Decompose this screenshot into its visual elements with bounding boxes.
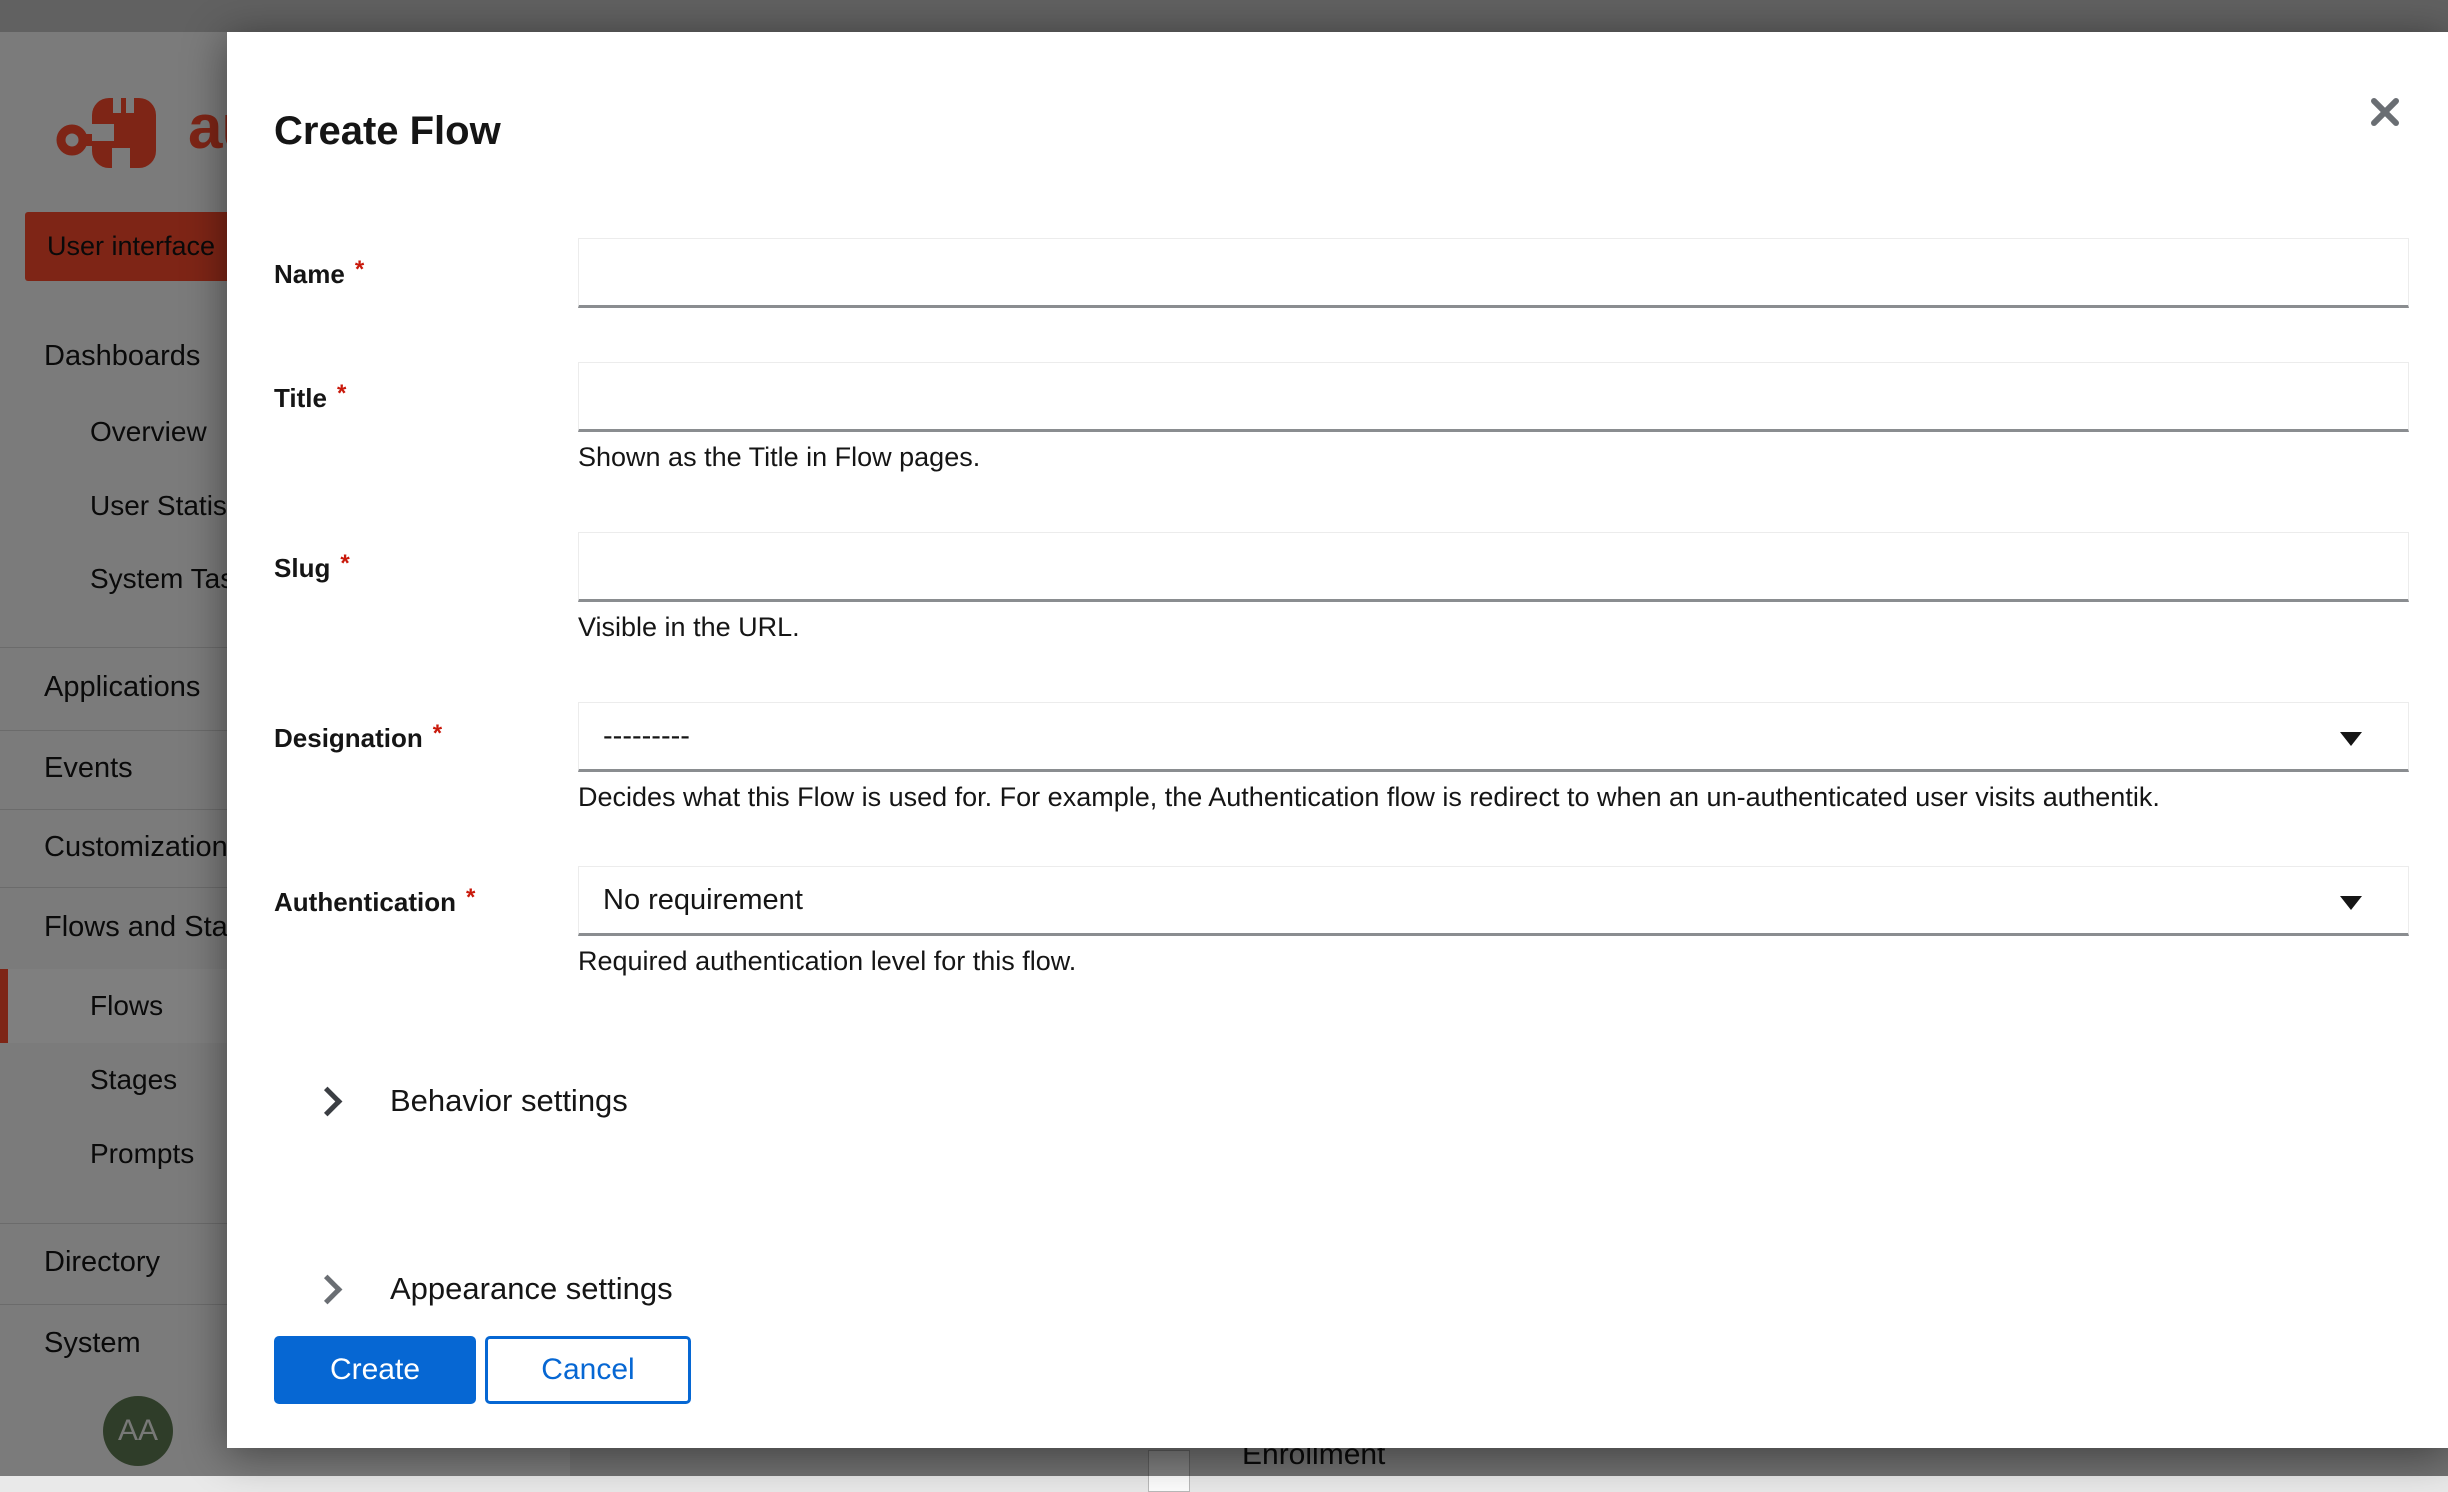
designation-select-value: --------- bbox=[603, 720, 690, 753]
slug-input[interactable] bbox=[578, 532, 2409, 602]
field-row-title: Title* Shown as the Title in Flow pages. bbox=[274, 362, 2409, 474]
create-flow-form: Name* Title* Shown as the Title in Flow … bbox=[274, 238, 2409, 1404]
title-label: Title* bbox=[274, 362, 578, 474]
modal-title: Create Flow bbox=[274, 109, 501, 154]
field-row-name: Name* bbox=[274, 238, 2409, 308]
required-marker: * bbox=[340, 550, 349, 577]
authentication-label: Authentication* bbox=[274, 866, 578, 978]
appearance-settings-label: Appearance settings bbox=[390, 1271, 673, 1307]
appearance-settings-toggle[interactable]: Appearance settings bbox=[274, 1266, 2409, 1312]
chevron-down-icon bbox=[2340, 732, 2362, 746]
designation-control: --------- Decides what this Flow is used… bbox=[578, 702, 2409, 814]
field-row-designation: Designation* --------- Decides what this… bbox=[274, 702, 2409, 814]
title-input[interactable] bbox=[578, 362, 2409, 432]
close-icon[interactable] bbox=[2366, 94, 2404, 132]
designation-select[interactable]: --------- bbox=[578, 702, 2409, 772]
behavior-settings-label: Behavior settings bbox=[390, 1083, 628, 1119]
name-label: Name* bbox=[274, 238, 578, 308]
behavior-settings-toggle[interactable]: Behavior settings bbox=[274, 1078, 2409, 1124]
modal-footer: Create Cancel bbox=[274, 1336, 2409, 1404]
create-button[interactable]: Create bbox=[274, 1336, 476, 1404]
name-control bbox=[578, 238, 2409, 308]
create-flow-modal: Create Flow Name* Title* Shown as the Ti… bbox=[227, 32, 2448, 1448]
authentication-select[interactable]: No requirement bbox=[578, 866, 2409, 936]
slug-help-text: Visible in the URL. bbox=[578, 610, 2409, 644]
cancel-button[interactable]: Cancel bbox=[485, 1336, 691, 1404]
required-marker: * bbox=[466, 884, 475, 911]
designation-label: Designation* bbox=[274, 702, 578, 814]
slug-label: Slug* bbox=[274, 532, 578, 644]
field-row-slug: Slug* Visible in the URL. bbox=[274, 532, 2409, 644]
title-control: Shown as the Title in Flow pages. bbox=[578, 362, 2409, 474]
authentication-select-value: No requirement bbox=[603, 884, 803, 917]
required-marker: * bbox=[337, 380, 346, 407]
designation-help-text: Decides what this Flow is used for. For … bbox=[578, 780, 2409, 814]
authentication-help-text: Required authentication level for this f… bbox=[578, 944, 2409, 978]
required-marker: * bbox=[433, 720, 442, 747]
chevron-right-icon bbox=[313, 1086, 343, 1116]
slug-control: Visible in the URL. bbox=[578, 532, 2409, 644]
chevron-down-icon bbox=[2340, 896, 2362, 910]
authentication-control: No requirement Required authentication l… bbox=[578, 866, 2409, 978]
title-help-text: Shown as the Title in Flow pages. bbox=[578, 440, 2409, 474]
name-input[interactable] bbox=[578, 238, 2409, 308]
chevron-right-icon bbox=[313, 1274, 343, 1304]
required-marker: * bbox=[355, 256, 364, 283]
field-row-authentication: Authentication* No requirement Required … bbox=[274, 866, 2409, 978]
